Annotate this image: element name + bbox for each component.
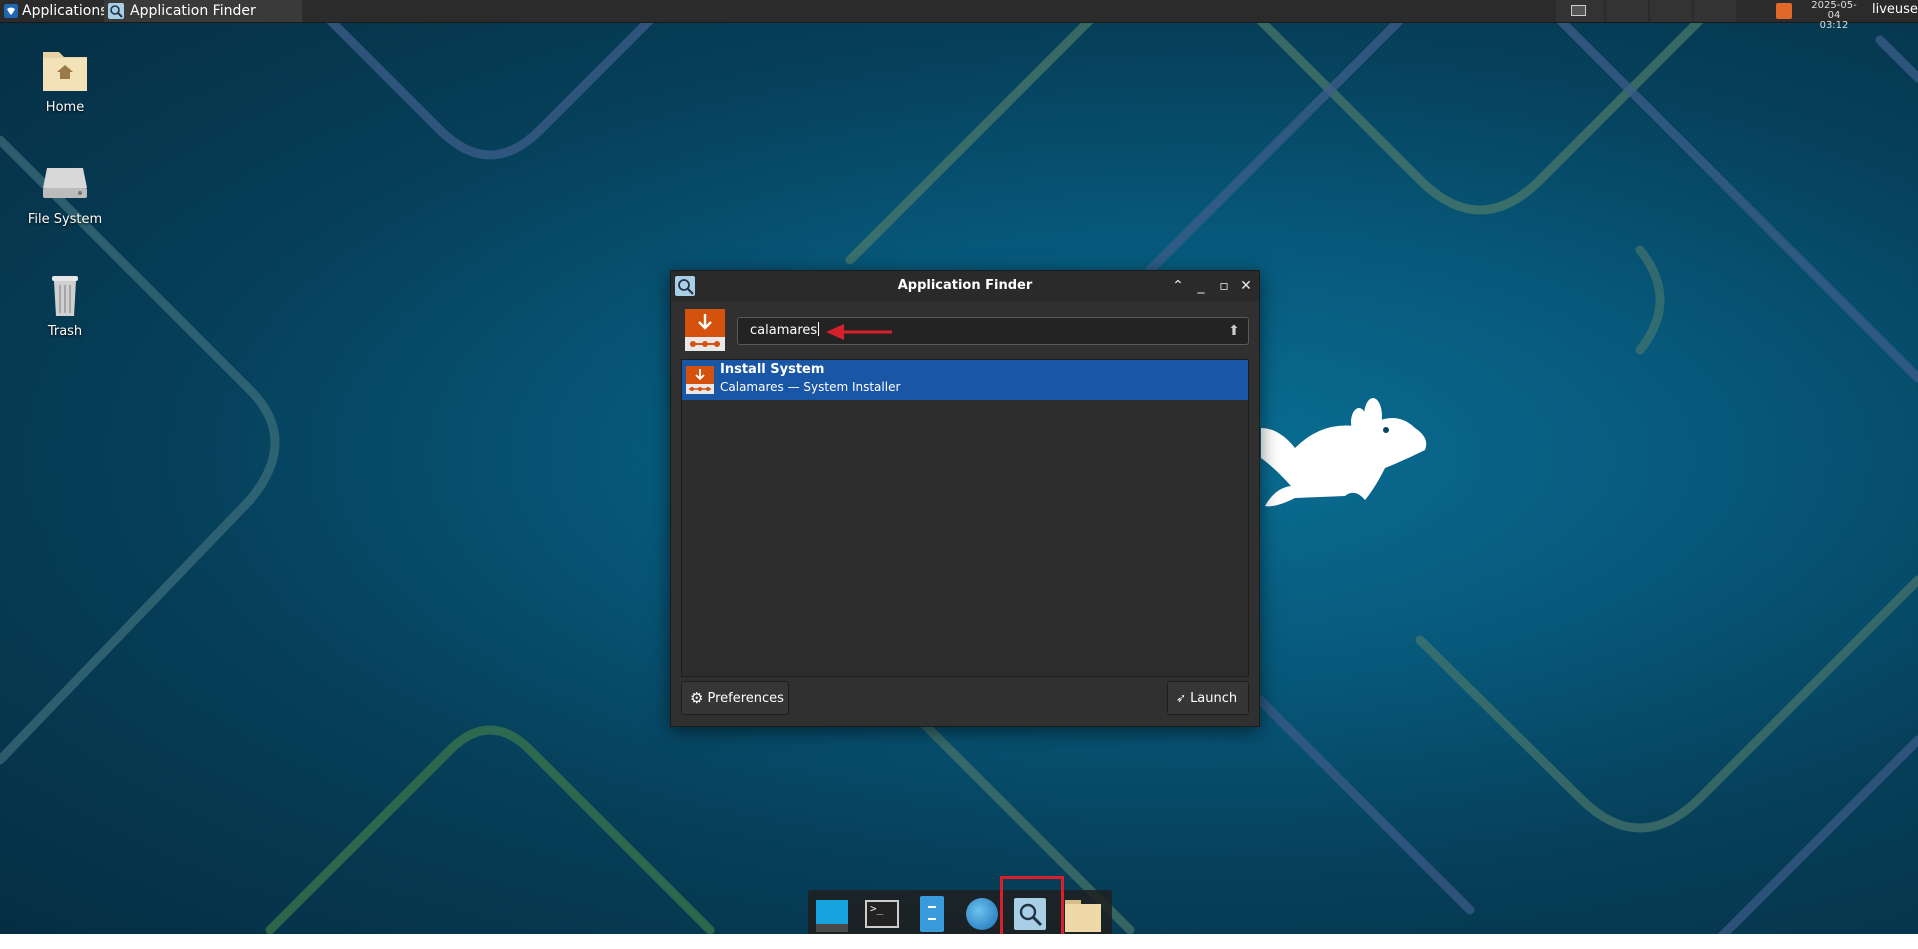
workspace-1[interactable] xyxy=(1571,5,1586,16)
desktop-icon-home[interactable]: Home xyxy=(10,44,120,115)
collapse-arrow-icon[interactable]: ⬆ xyxy=(1226,322,1242,340)
workspace-switcher[interactable] xyxy=(1556,0,1604,22)
app-finder-small-icon xyxy=(108,3,124,19)
desktop-icon-file-system[interactable]: File System xyxy=(10,156,120,227)
maximize-button[interactable]: ▫ xyxy=(1215,277,1233,295)
workspace-3[interactable] xyxy=(1650,0,1692,22)
user-menu[interactable]: liveuser xyxy=(1872,0,1918,22)
results-list[interactable]: Install System Calamares — System Instal… xyxy=(681,359,1249,677)
applications-menu-label: Applications xyxy=(22,3,108,19)
desktop-icon-label: Home xyxy=(45,100,85,115)
close-button[interactable]: ✕ xyxy=(1237,277,1255,295)
workspace-2[interactable] xyxy=(1606,0,1648,22)
desktop-icon-label: Trash xyxy=(47,324,83,339)
desktop-icon-label: File System xyxy=(27,212,103,227)
result-description: Calamares — System Installer xyxy=(720,380,901,394)
clock-date: 2025-05-04 xyxy=(1811,0,1857,21)
clock-time: 03:12 xyxy=(1819,20,1849,31)
trash-icon xyxy=(52,276,78,316)
workspace-4[interactable] xyxy=(1694,0,1736,22)
preferences-button[interactable]: ⚙ Preferences xyxy=(681,681,789,715)
applications-menu-button[interactable]: Applications xyxy=(0,0,112,22)
xfce-mouse-logo xyxy=(1255,388,1435,532)
hard-drive-icon xyxy=(43,168,87,198)
taskbar-item-application-finder[interactable]: Application Finder xyxy=(104,0,302,22)
taskbar-item-label: Application Finder xyxy=(130,3,256,19)
installer-icon xyxy=(686,366,714,394)
bottom-strip xyxy=(0,934,1918,949)
terminal-icon[interactable]: >_ xyxy=(862,894,902,934)
xfce-logo-icon xyxy=(4,4,18,18)
desktop-icon-trash[interactable]: Trash xyxy=(10,268,120,339)
minimize-button[interactable]: _ xyxy=(1192,277,1210,295)
shade-button[interactable]: ⌃ xyxy=(1169,277,1187,295)
preferences-label: Preferences xyxy=(707,690,784,706)
bottom-dock: >_ xyxy=(808,890,1112,934)
rocket-icon: ➶ xyxy=(1176,691,1187,705)
file-manager-icon[interactable] xyxy=(912,894,952,934)
installer-tray-icon[interactable] xyxy=(1774,0,1794,22)
clock[interactable]: 2025-05-04 03:12 xyxy=(1808,0,1860,31)
home-folder-icon xyxy=(43,52,87,91)
application-finder-dialog: Application Finder ⌃ _ ▫ ✕ calamares ⬆ I… xyxy=(670,270,1260,727)
show-desktop-icon[interactable] xyxy=(812,894,852,934)
folder-icon[interactable] xyxy=(1062,894,1102,934)
result-name: Install System xyxy=(720,362,825,377)
panel-separator: ⋮ xyxy=(96,4,108,18)
result-item-install-system[interactable]: Install System Calamares — System Instal… xyxy=(682,360,1248,400)
dialog-titlebar[interactable]: Application Finder ⌃ _ ▫ ✕ xyxy=(671,271,1259,301)
web-browser-icon[interactable] xyxy=(962,894,1002,934)
annotation-arrow-icon xyxy=(826,324,892,340)
launch-button[interactable]: ➶ Launch xyxy=(1167,681,1249,715)
launch-label: Launch xyxy=(1190,690,1238,706)
search-input[interactable]: calamares ⬆ xyxy=(737,317,1249,345)
gear-icon: ⚙ xyxy=(690,689,704,707)
installer-icon xyxy=(685,309,725,351)
search-input-value: calamares xyxy=(750,322,820,338)
top-panel: Applications ⋮ Application Finder 2025-0… xyxy=(0,0,1918,31)
